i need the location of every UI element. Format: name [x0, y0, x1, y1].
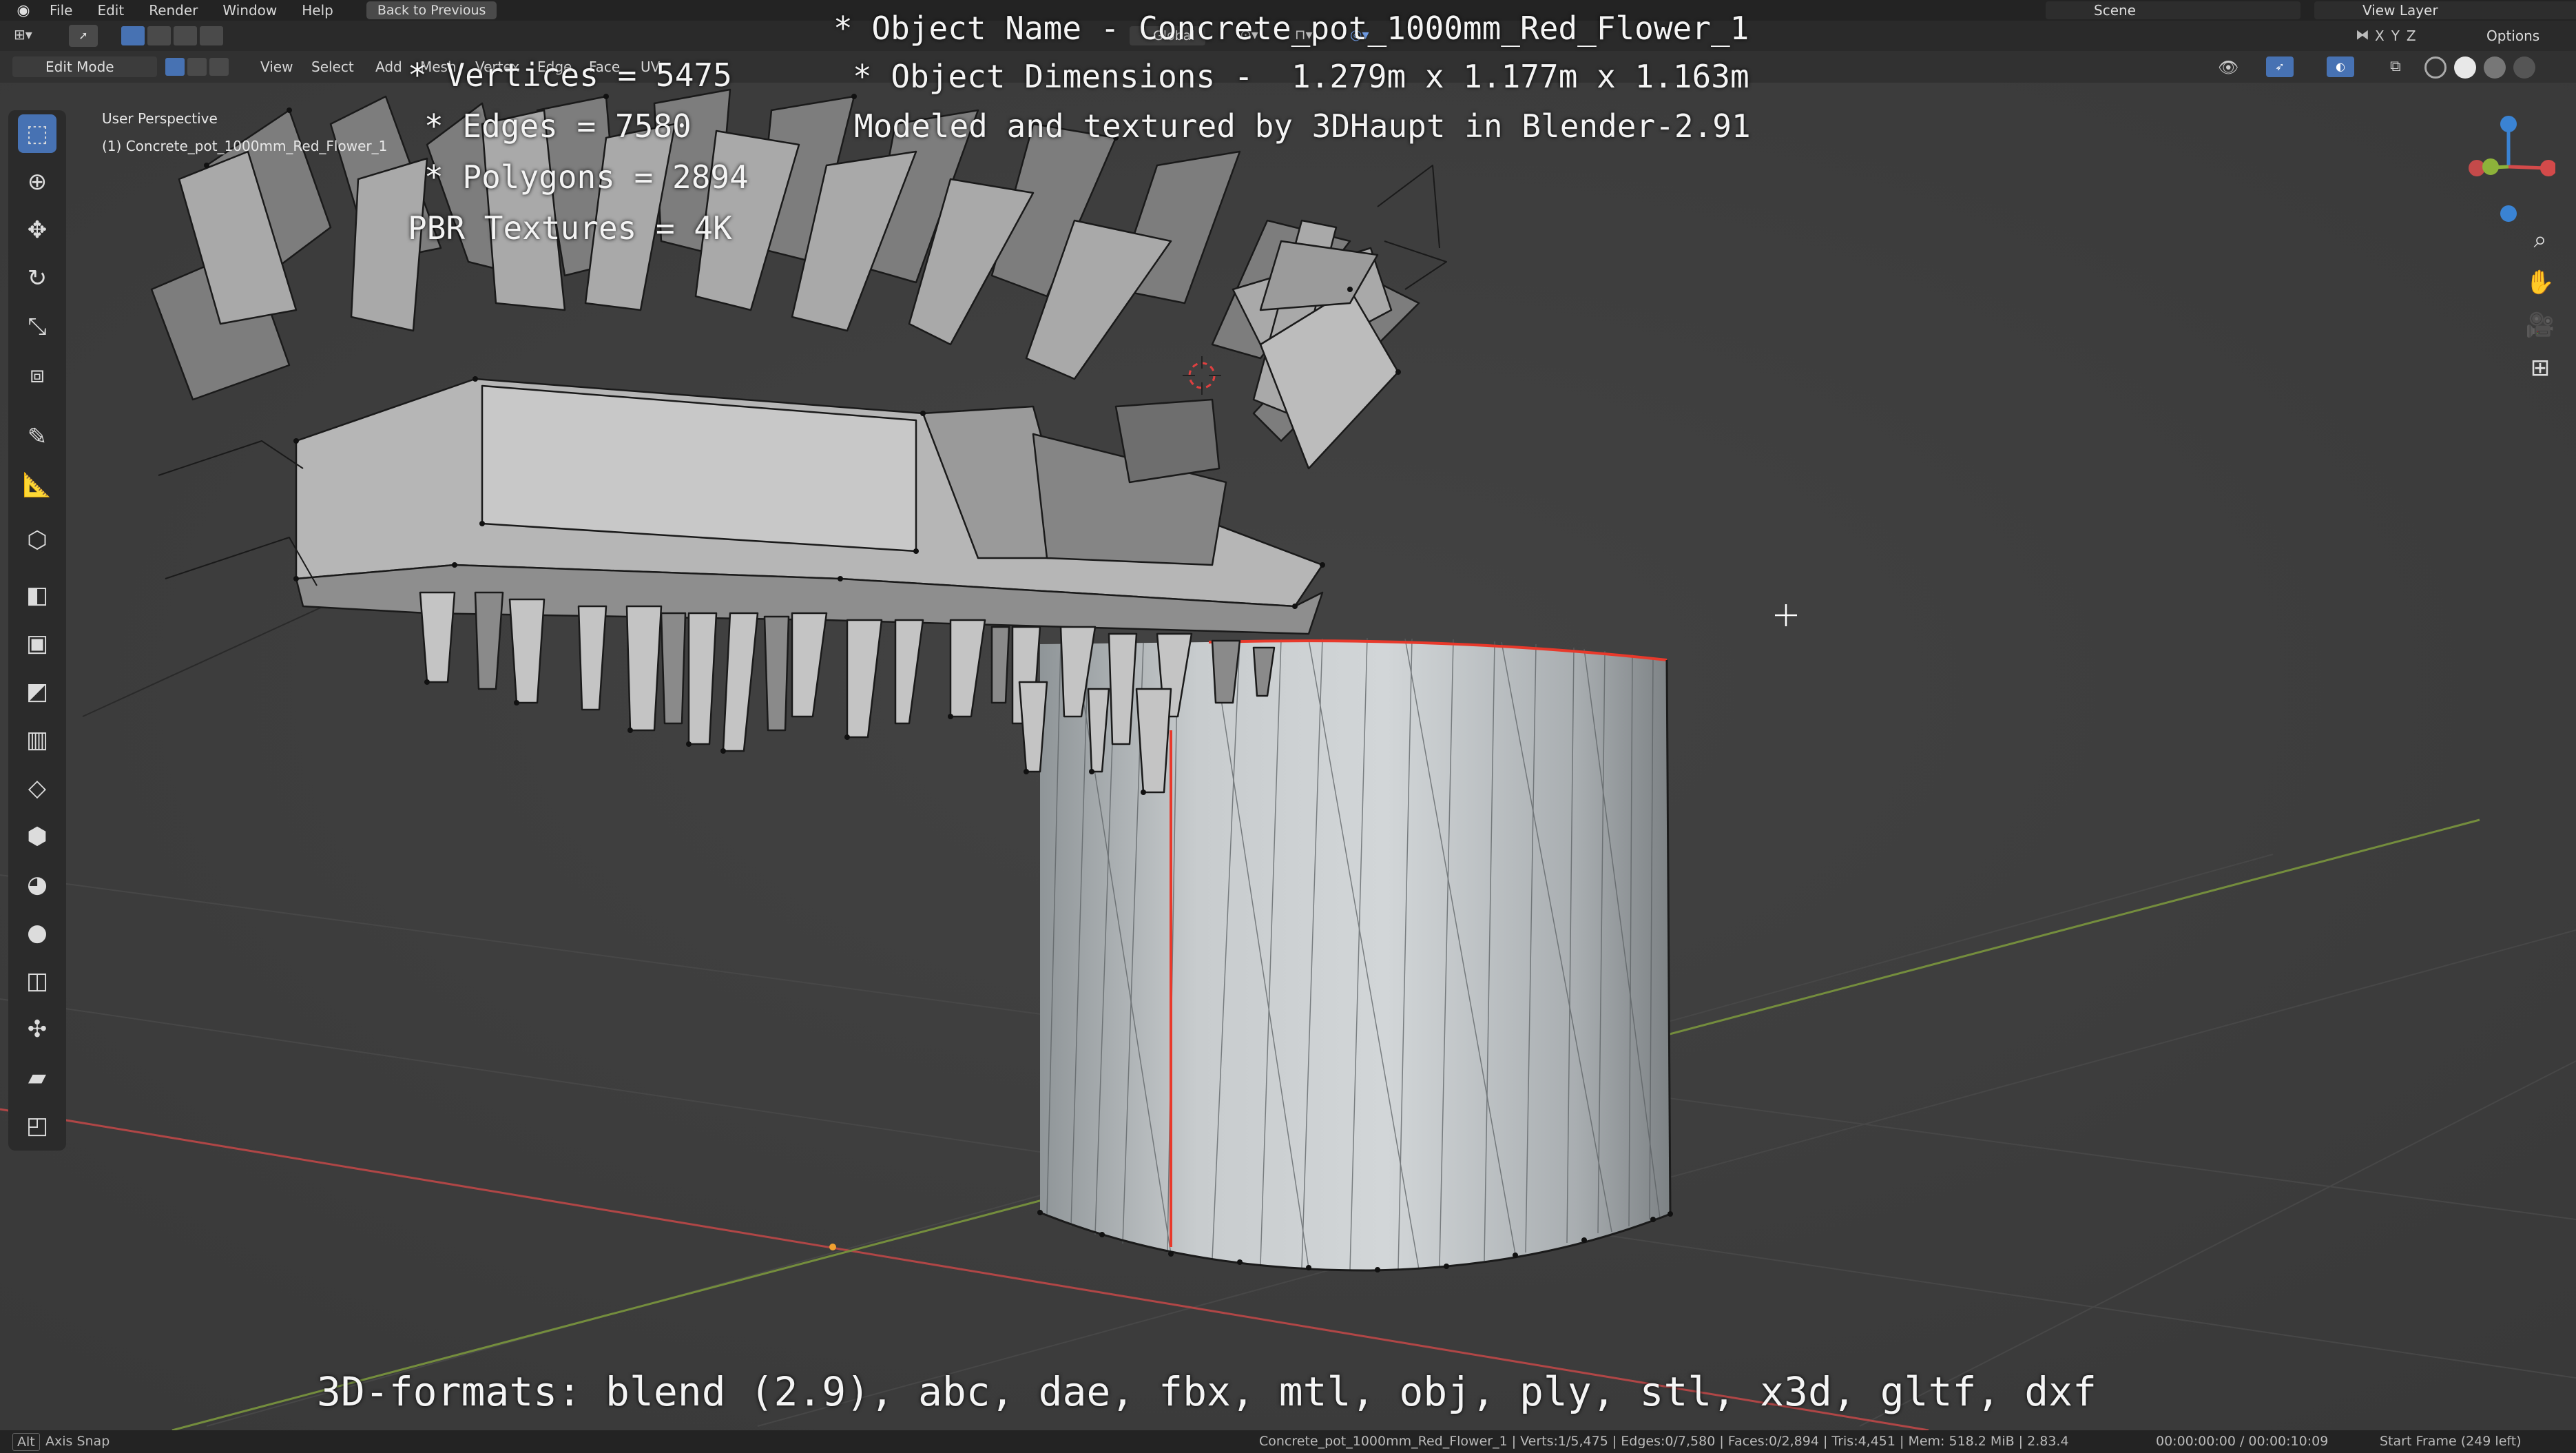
extrude-icon[interactable]: ◧	[18, 576, 56, 615]
rendered-shading-icon[interactable]	[2513, 56, 2536, 79]
wireframe-shading-icon[interactable]	[2424, 56, 2447, 79]
view-perspective-label: User Perspective	[102, 110, 218, 127]
bevel-icon[interactable]: ◩	[18, 672, 56, 711]
timeline-time: 00:00:00:00 / 00:00:10:09	[2156, 1434, 2329, 1449]
overlay-dimensions: * Object Dimensions - 1.279m x 1.177m x …	[853, 58, 1749, 95]
left-toolbar: ⬚ ⊕ ✥ ↻ ⤡ ⧈ ✎ 📐 ⬡ ◧ ▣ ◩ ▥ ◇ ⬢ ◕ ● ◫ ✣ ▰ …	[8, 110, 66, 1151]
shading-modes	[2424, 56, 2539, 81]
mirror-z-toggle[interactable]: Z	[2407, 26, 2416, 45]
solid-shading-icon[interactable]	[2454, 56, 2477, 79]
menu-help[interactable]: Help	[289, 0, 346, 21]
scene-statistics: Concrete_pot_1000mm_Red_Flower_1 | Verts…	[1259, 1434, 2069, 1449]
select-subtract-icon[interactable]	[174, 26, 197, 45]
loop-cut-icon[interactable]: ▥	[18, 721, 56, 759]
world-origin	[829, 1244, 836, 1250]
menu-render[interactable]: Render	[136, 0, 210, 21]
overlay-object-name: * Object Name - Concrete_pot_1000mm_Red_…	[833, 10, 1749, 47]
shrink-icon[interactable]: ✣	[18, 1010, 56, 1049]
poly-build-icon[interactable]: ⬢	[18, 817, 56, 856]
gizmo-neg-z-axis[interactable]	[2500, 205, 2517, 222]
add-cube-icon[interactable]: ⬡	[18, 521, 56, 559]
mirror-x-toggle[interactable]: X	[2375, 26, 2385, 45]
select-box-icon[interactable]: ⬚	[18, 114, 56, 153]
visibility-icon[interactable]: 👁	[2218, 58, 2245, 77]
vertex-select-icon[interactable]	[165, 58, 185, 76]
overlays-toggle-icon[interactable]: ◐	[2327, 56, 2354, 77]
view-controls: ⌕ ✋ 🎥 ⊞	[2521, 220, 2564, 391]
move-icon[interactable]: ✥	[18, 211, 56, 249]
camera-icon[interactable]: 🎥	[2521, 306, 2559, 344]
navigation-gizmo[interactable]	[2459, 110, 2555, 234]
edge-select-icon[interactable]	[187, 58, 207, 76]
knife-icon[interactable]: ◇	[18, 769, 56, 807]
alt-key-icon: Alt	[12, 1433, 40, 1451]
overlay-formats: 3D-formats: blend (2.9), abc, dae, fbx, …	[317, 1368, 2097, 1415]
view-layer-selector[interactable]: View Layer	[2314, 1, 2576, 19]
menu-file[interactable]: File	[37, 0, 85, 21]
scene-selector[interactable]: Scene	[2046, 1, 2300, 19]
transform-icon[interactable]: ⧈	[18, 355, 56, 394]
menu-add[interactable]: Add	[375, 51, 402, 83]
gizmo-y-axis[interactable]	[2482, 158, 2499, 175]
overlay-vertices: * Vertices = 5475	[408, 56, 732, 94]
scale-icon[interactable]: ⤡	[18, 307, 56, 346]
menu-view[interactable]: View	[260, 51, 293, 83]
mesh-select-modes	[165, 58, 229, 76]
select-intersect-icon[interactable]	[200, 26, 223, 45]
zoom-icon[interactable]: ⌕	[2521, 220, 2559, 259]
select-new-icon[interactable]	[121, 26, 145, 45]
cursor-icon[interactable]: ⊕	[18, 163, 56, 201]
pot-mesh[interactable]	[1039, 637, 1672, 1272]
measure-icon[interactable]: 📐	[18, 466, 56, 504]
xray-toggle-icon[interactable]: ⧉	[2390, 58, 2411, 77]
rip-icon[interactable]: ◰	[18, 1106, 56, 1145]
overlay-edges: * Edges = 7580	[424, 107, 692, 145]
active-object-label: (1) Concrete_pot_1000mm_Red_Flower_1	[102, 138, 388, 154]
spin-icon[interactable]: ◕	[18, 865, 56, 904]
shear-icon[interactable]: ▰	[18, 1058, 56, 1097]
select-tool-icon[interactable]: ➚	[69, 25, 98, 47]
overlay-credit: Modeled and textured by 3DHaupt in Blend…	[854, 107, 1751, 145]
inset-icon[interactable]: ▣	[18, 624, 56, 663]
editor-type-icon[interactable]: ⊞▾	[14, 26, 48, 45]
back-to-previous-button[interactable]: Back to Previous	[366, 1, 497, 19]
annotate-icon[interactable]: ✎	[18, 418, 56, 456]
menu-select[interactable]: Select	[311, 51, 354, 83]
options-dropdown[interactable]: Options	[2486, 26, 2539, 45]
select-extend-icon[interactable]	[147, 26, 171, 45]
gizmo-toggle-icon[interactable]: ➶	[2266, 56, 2294, 77]
face-select-icon[interactable]	[209, 58, 229, 76]
edge-slide-icon[interactable]: ◫	[18, 962, 56, 1000]
pan-hand-icon[interactable]: ✋	[2521, 263, 2559, 302]
mirror-y-toggle[interactable]: Y	[2391, 26, 2400, 45]
gizmo-x-axis[interactable]	[2540, 160, 2555, 176]
gizmo-z-axis[interactable]	[2500, 116, 2517, 132]
rotate-icon[interactable]: ↻	[18, 259, 56, 298]
overlay-textures: PBR Textures = 4K	[408, 209, 732, 247]
axis-snap-hint: Axis Snap	[45, 1434, 110, 1449]
main-menu: ◉ File Edit Render Window Help Back to P…	[10, 0, 497, 21]
select-mode-buttons	[121, 26, 223, 45]
grid-toggle-icon[interactable]: ⊞	[2521, 349, 2559, 387]
viewport-canvas[interactable]	[0, 83, 2576, 1430]
mode-dropdown[interactable]: Edit Mode	[12, 56, 157, 77]
menu-edit[interactable]: Edit	[85, 0, 136, 21]
status-bar: Alt Axis Snap Concrete_pot_1000mm_Red_Fl…	[0, 1430, 2576, 1453]
smooth-icon[interactable]: ●	[18, 914, 56, 952]
blender-logo-icon[interactable]: ◉	[10, 0, 37, 21]
menu-window[interactable]: Window	[210, 0, 289, 21]
material-preview-icon[interactable]	[2484, 56, 2506, 79]
overlay-polygons: * Polygons = 2894	[424, 158, 749, 196]
start-frame: Start Frame (249 left)	[2380, 1434, 2522, 1449]
